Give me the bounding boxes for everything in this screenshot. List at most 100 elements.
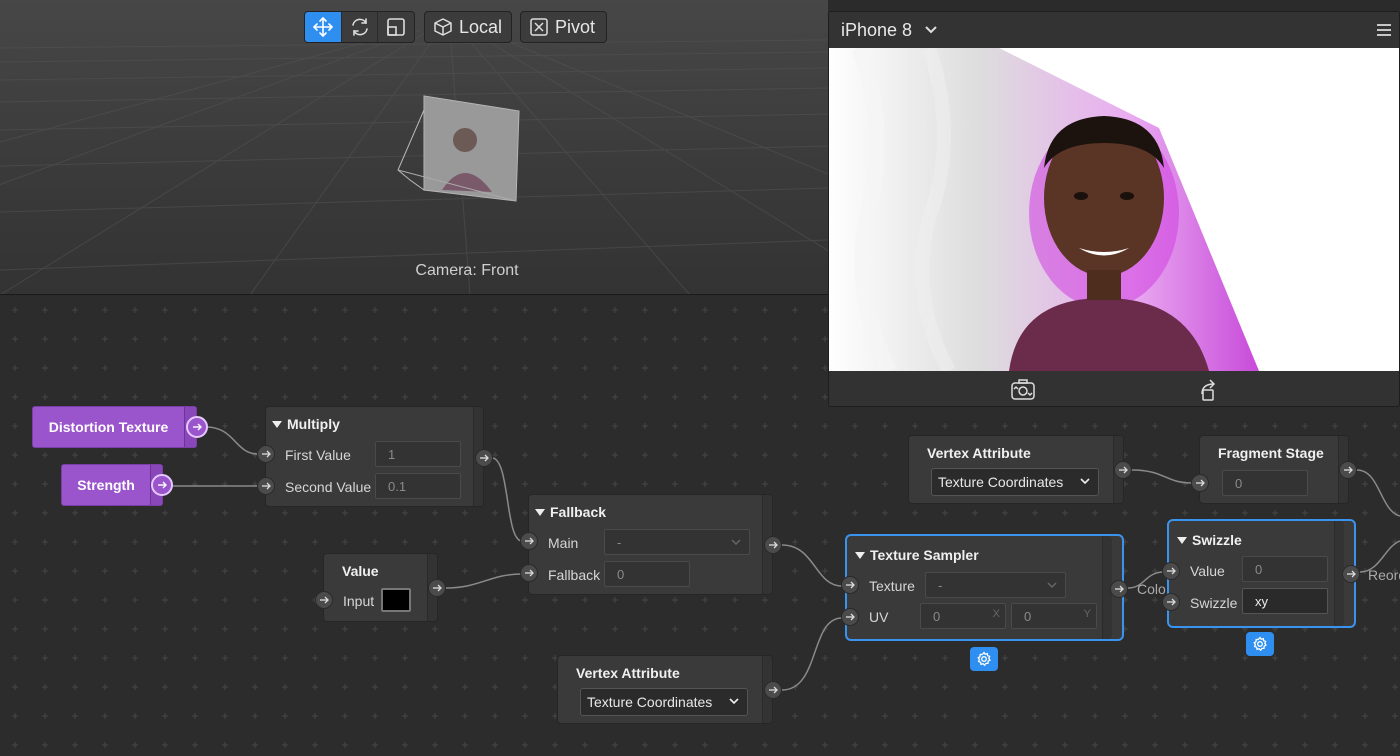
chevron-down-icon[interactable] (924, 25, 938, 35)
value-title: Value (342, 563, 379, 579)
uv-label: UV (869, 609, 889, 625)
arrow-right-icon (262, 450, 271, 458)
swizzle-output-port[interactable] (1342, 565, 1360, 583)
space-label: Local (459, 16, 503, 37)
arrow-right-icon (846, 613, 855, 621)
uv-y-field[interactable]: 0Y (1011, 603, 1097, 629)
swizzle-value-field[interactable]: 0 (1242, 556, 1328, 582)
gear-icon (977, 651, 991, 667)
fragment-stage-node[interactable]: Fragment Stage 0 (1199, 435, 1349, 504)
arrow-right-icon (480, 454, 489, 462)
fallback-field[interactable]: 0 (604, 561, 690, 587)
device-selector-label[interactable]: iPhone 8 (841, 20, 912, 41)
swizzle-node[interactable]: Swizzle Value 0 Swizzle xy (1167, 519, 1356, 628)
arrow-right-icon (1167, 598, 1176, 606)
vertex-attribute-select[interactable]: Texture Coordinates (931, 468, 1099, 496)
texture-sampler-texture-input-port[interactable] (841, 576, 859, 594)
swizzle-value-input-port[interactable] (1162, 562, 1180, 580)
vertex-attribute-node-top[interactable]: Vertex Attribute Texture Coordinates (908, 435, 1124, 504)
fallback-output-port[interactable] (764, 536, 782, 554)
chevron-down-icon (731, 539, 741, 546)
gear-icon (1253, 636, 1267, 652)
value-output-port[interactable] (428, 579, 446, 597)
arrow-right-icon (525, 569, 534, 577)
fallback-title: Fallback (550, 504, 607, 520)
chevron-down-icon (729, 698, 739, 705)
strength-output-port[interactable] (151, 474, 173, 496)
strength-node[interactable]: Strength (61, 464, 163, 506)
swizzle-settings-button[interactable] (1246, 632, 1274, 656)
collapse-triangle-icon[interactable] (855, 552, 865, 559)
second-value-field[interactable]: 0.1 (375, 473, 461, 499)
multiply-first-input-port[interactable] (257, 445, 275, 463)
fallback-fallback-input-port[interactable] (520, 564, 538, 582)
texture-sampler-title: Texture Sampler (870, 547, 979, 563)
fallback-node[interactable]: Fallback Main - Fallback 0 (528, 494, 773, 595)
swizzle-field[interactable]: xy (1242, 588, 1328, 614)
rotate-tool-button[interactable] (341, 12, 377, 42)
move-tool-button[interactable] (305, 12, 341, 42)
swizzle-output-label: Reord (1368, 567, 1400, 583)
menu-icon[interactable] (1375, 23, 1393, 37)
collapse-triangle-icon[interactable] (272, 421, 282, 428)
value-input-label: Input (343, 593, 375, 609)
vertex-attribute-node-bottom[interactable]: Vertex Attribute Texture Coordinates (557, 655, 773, 724)
arrow-right-icon (1167, 567, 1176, 575)
share-icon[interactable] (1196, 378, 1220, 402)
collapse-triangle-icon[interactable] (1177, 537, 1187, 544)
vertex-attribute-top-output-port[interactable] (1114, 461, 1132, 479)
multiply-second-input-port[interactable] (257, 477, 275, 495)
switch-camera-icon[interactable] (1010, 378, 1036, 402)
fallback-label: Fallback (548, 567, 601, 583)
value-input-port[interactable] (315, 591, 333, 609)
fragment-stage-field[interactable]: 0 (1222, 470, 1308, 496)
vertex-attribute-select[interactable]: Texture Coordinates (580, 688, 748, 716)
distortion-texture-node[interactable]: Distortion Texture (32, 406, 197, 448)
arrow-right-icon (1347, 570, 1356, 578)
arrow-right-icon (433, 584, 442, 592)
swizzle-swizzle-input-port[interactable] (1162, 593, 1180, 611)
main-label: Main (548, 535, 579, 551)
swizzle-title: Swizzle (1192, 532, 1242, 548)
texture-sampler-output-label: Colo (1137, 581, 1166, 597)
chevron-down-icon (1047, 582, 1057, 589)
arrow-right-icon (158, 481, 167, 489)
arrow-right-icon (1119, 466, 1128, 474)
value-node[interactable]: Value Input (323, 553, 438, 622)
space-toggle-button[interactable]: Local (424, 11, 512, 43)
first-value-field[interactable]: 1 (375, 441, 461, 467)
scale-tool-button[interactable] (377, 12, 413, 42)
fallback-main-input-port[interactable] (520, 532, 538, 550)
arrow-right-icon (262, 482, 271, 490)
multiply-node[interactable]: Multiply First Value 1 Second Value 0.1 (265, 406, 484, 507)
swizzle-label: Swizzle (1190, 595, 1238, 611)
texture-sampler-uv-input-port[interactable] (841, 608, 859, 626)
preview-footer (829, 371, 1399, 406)
cube-icon (433, 17, 453, 37)
collapse-triangle-icon[interactable] (535, 509, 545, 516)
fragment-stage-output-port[interactable] (1339, 461, 1357, 479)
texture-select[interactable]: - (925, 572, 1066, 598)
fragment-stage-input-port[interactable] (1191, 474, 1209, 492)
distortion-texture-output-port[interactable] (186, 416, 208, 438)
multiply-output-port[interactable] (475, 449, 493, 467)
scene-viewport[interactable]: Local Pivot Camera: Front (0, 0, 828, 295)
arrow-right-icon (769, 541, 778, 549)
camera-preview-image (829, 48, 1399, 371)
strength-title: Strength (77, 477, 135, 493)
main-select[interactable]: - (604, 529, 750, 555)
scene-plane-object (397, 95, 520, 202)
arrow-right-icon (1196, 479, 1205, 487)
texture-sampler-output-port[interactable] (1110, 580, 1128, 598)
vertex-attribute-bottom-output-port[interactable] (764, 681, 782, 699)
texture-sampler-settings-button[interactable] (970, 647, 998, 671)
move-icon (312, 16, 334, 38)
arrow-right-icon (1115, 585, 1124, 593)
pivot-toggle-button[interactable]: Pivot (520, 11, 607, 43)
preview-header: iPhone 8 (829, 12, 1399, 48)
color-swatch[interactable] (381, 588, 411, 612)
uv-x-field[interactable]: 0X (920, 603, 1006, 629)
texture-sampler-node[interactable]: Texture Sampler Texture - UV 0X 0Y (845, 534, 1124, 641)
rotate-icon (351, 18, 368, 36)
arrow-right-icon (193, 423, 202, 431)
